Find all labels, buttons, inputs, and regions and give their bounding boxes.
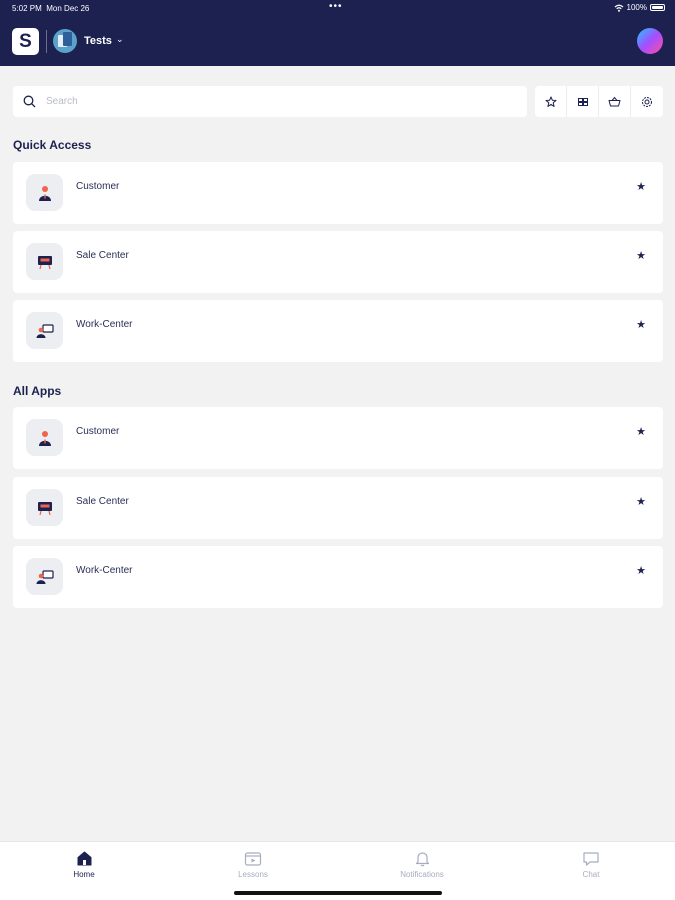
wifi-icon xyxy=(614,4,623,12)
settings-icon xyxy=(642,96,652,107)
bell-icon xyxy=(415,852,429,867)
basket-button[interactable] xyxy=(599,86,631,117)
nav-notifications[interactable]: Notifications xyxy=(382,850,462,879)
favorite-star-icon[interactable]: ★ xyxy=(636,180,646,193)
sale-center-icon xyxy=(26,489,63,526)
customer-icon xyxy=(26,419,63,456)
customer-icon xyxy=(26,174,63,211)
status-right: 100% xyxy=(614,3,665,12)
filter-toolbar xyxy=(535,86,663,117)
app-item-sale-center[interactable]: Sale Center ★ xyxy=(13,477,663,539)
user-avatar[interactable] xyxy=(637,28,663,54)
favorite-star-icon[interactable]: ★ xyxy=(636,318,646,331)
nav-notifications-label: Notifications xyxy=(400,870,444,879)
header-divider xyxy=(46,30,47,53)
multitask-dots[interactable]: ••• xyxy=(329,1,343,12)
work-center-icon xyxy=(26,312,63,349)
favorite-star-icon[interactable]: ★ xyxy=(636,564,646,577)
grid-icon xyxy=(577,97,588,106)
nav-chat-label: Chat xyxy=(582,870,600,879)
favorite-star-icon[interactable]: ★ xyxy=(636,249,646,262)
item-label: Sale Center xyxy=(76,496,129,507)
item-label: Sale Center xyxy=(76,250,129,261)
all-apps-title: All Apps xyxy=(13,384,62,398)
battery-percent: 100% xyxy=(626,3,647,12)
quick-access-item-sale-center[interactable]: Sale Center ★ xyxy=(13,231,663,293)
top-app-bar: 5:02 PM Mon Dec 26 ••• 100% S Tests ⌄ xyxy=(0,0,675,66)
home-indicator xyxy=(234,891,442,895)
work-center-icon xyxy=(26,558,63,595)
nav-home-label: Home xyxy=(73,870,95,879)
workspace-name[interactable]: Tests xyxy=(84,35,112,47)
app-logo[interactable]: S xyxy=(12,28,39,55)
favorite-star-icon[interactable]: ★ xyxy=(636,425,646,438)
app-item-customer[interactable]: Customer ★ xyxy=(13,407,663,469)
search-bar[interactable] xyxy=(13,86,527,117)
home-icon xyxy=(77,851,91,866)
star-outline-icon xyxy=(545,96,556,107)
chevron-down-icon[interactable]: ⌄ xyxy=(116,34,124,45)
item-label: Work-Center xyxy=(76,565,133,576)
search-input[interactable] xyxy=(46,96,486,107)
favorite-star-icon[interactable]: ★ xyxy=(636,495,646,508)
quick-access-item-work-center[interactable]: Work-Center ★ xyxy=(13,300,663,362)
app-item-work-center[interactable]: Work-Center ★ xyxy=(13,546,663,608)
nav-chat[interactable]: Chat xyxy=(551,850,631,879)
chat-icon xyxy=(583,852,599,866)
nav-lessons-label: Lessons xyxy=(238,870,268,879)
grid-view-button[interactable] xyxy=(567,86,599,117)
nav-home[interactable]: Home xyxy=(44,850,124,879)
status-time: 5:02 PM Mon Dec 26 xyxy=(12,4,90,13)
quick-access-item-customer[interactable]: Customer ★ xyxy=(13,162,663,224)
settings-button[interactable] xyxy=(631,86,663,117)
battery-icon xyxy=(650,4,665,11)
item-label: Work-Center xyxy=(76,319,133,330)
quick-access-title: Quick Access xyxy=(13,138,92,152)
item-label: Customer xyxy=(76,181,120,192)
search-icon xyxy=(23,95,36,108)
lessons-icon xyxy=(244,852,262,866)
favorites-button[interactable] xyxy=(535,86,567,117)
sale-center-icon xyxy=(26,243,63,280)
basket-icon xyxy=(608,96,621,106)
workspace-icon[interactable] xyxy=(53,29,77,53)
status-bar: 5:02 PM Mon Dec 26 ••• 100% xyxy=(0,0,675,16)
item-label: Customer xyxy=(76,426,120,437)
nav-lessons[interactable]: Lessons xyxy=(213,850,293,879)
